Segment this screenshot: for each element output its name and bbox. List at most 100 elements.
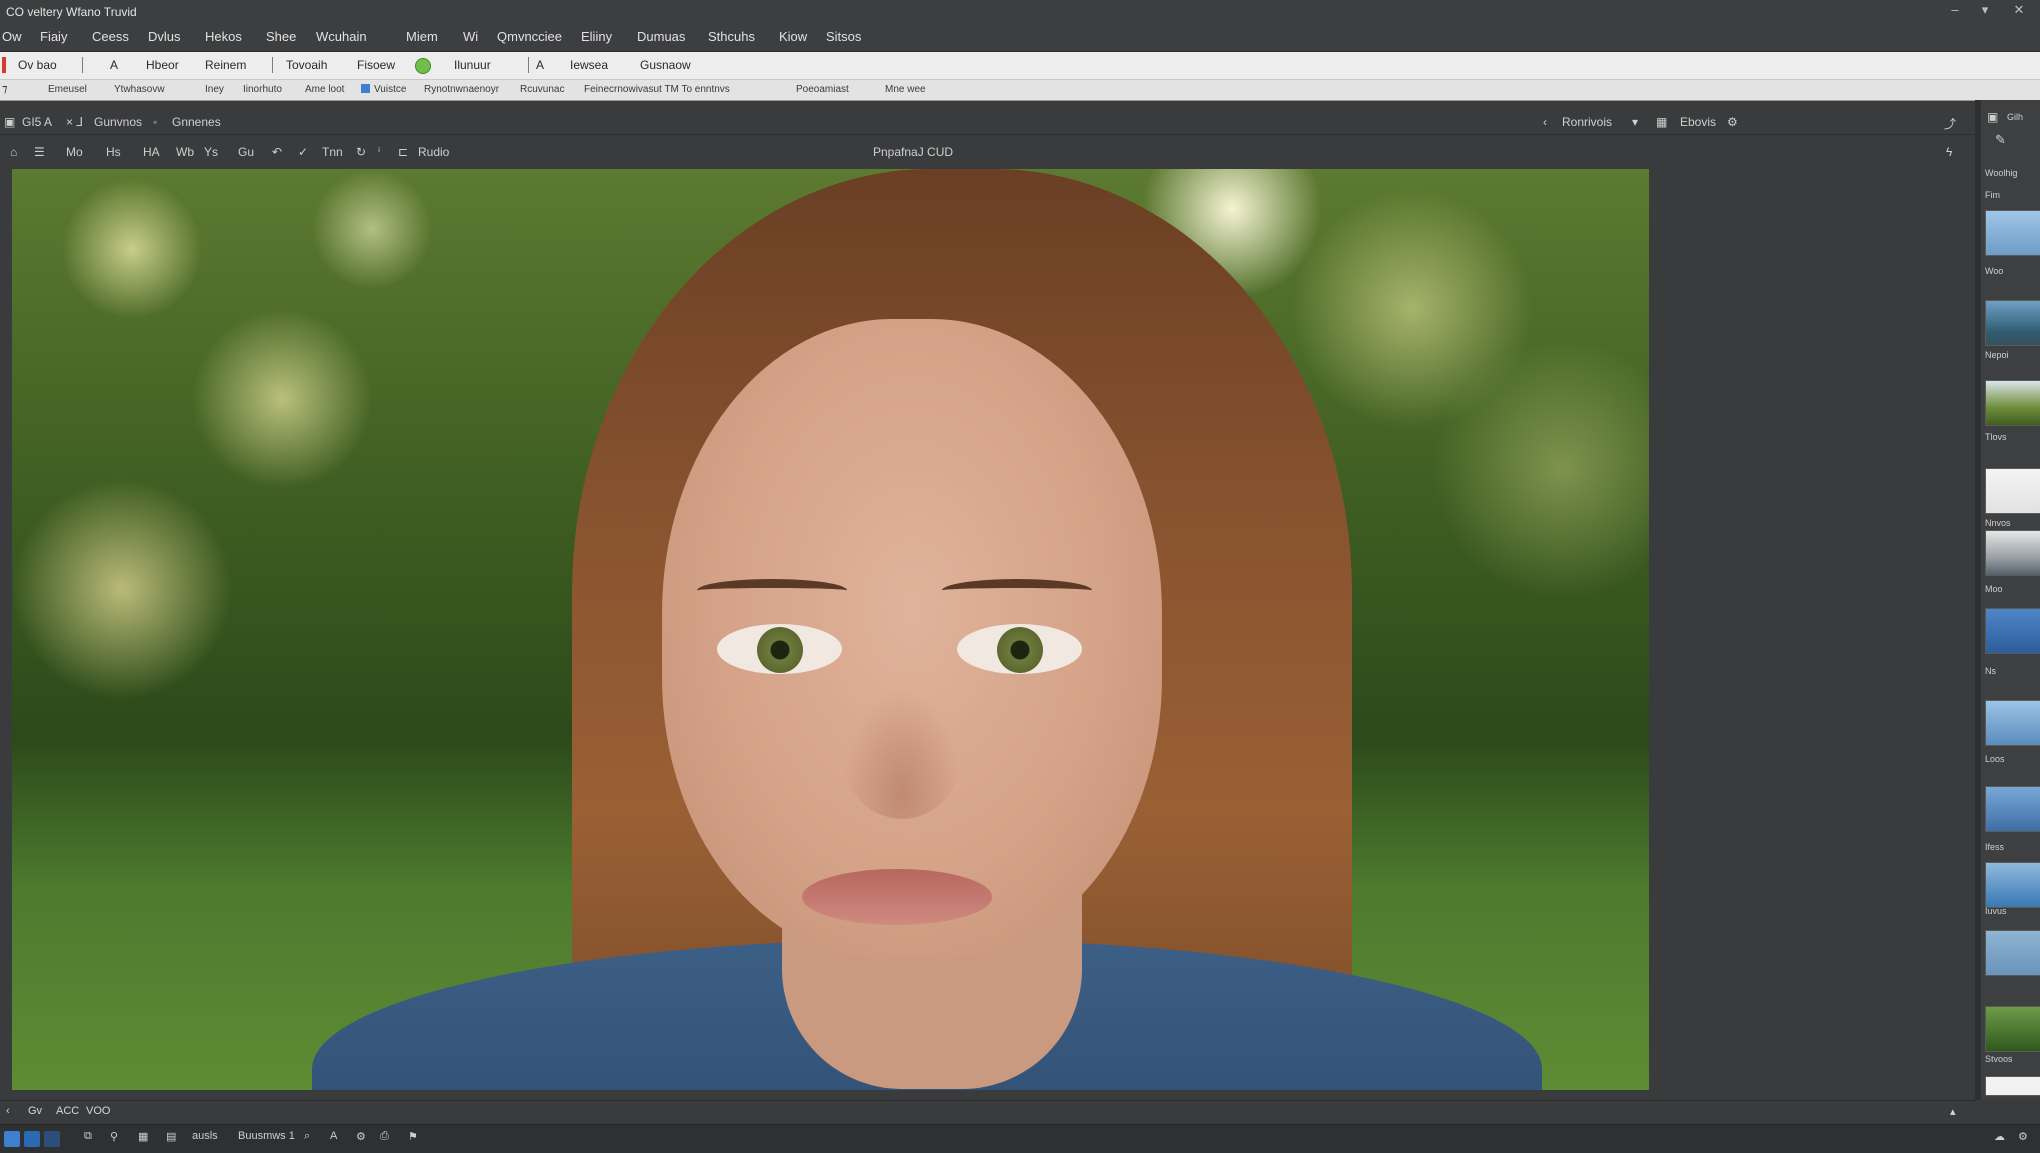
close-button[interactable]: ✕ — [2004, 2, 2034, 18]
print-icon[interactable]: ⎙ — [380, 1130, 389, 1143]
menu-plugins[interactable]: Qmvncciee — [497, 29, 562, 44]
opt-item-5[interactable]: Ys — [204, 145, 218, 159]
menu-effects[interactable]: Eliiny — [581, 29, 612, 44]
rotate-icon[interactable]: ↻ — [356, 145, 366, 159]
menu-image[interactable]: Ceess — [92, 29, 129, 44]
status-item[interactable]: Gv — [28, 1105, 42, 1117]
opt-item-8[interactable]: Rudio — [418, 145, 449, 159]
tool-new[interactable]: Ov bao — [18, 58, 57, 72]
opt-10[interactable]: Poeoamiast — [796, 84, 849, 95]
settings-icon[interactable]: ⚙ — [1727, 115, 1738, 129]
opt-3[interactable]: Iney — [205, 84, 224, 95]
chevron-left-icon[interactable]: ‹ — [1543, 115, 1547, 129]
menu-tools[interactable]: Sthcuhs — [708, 29, 755, 44]
maximize-button[interactable]: ▾ — [1970, 2, 2000, 18]
close-tab-icon[interactable]: × ⅃ — [66, 115, 83, 129]
taskbar-item[interactable]: Buusmws 1 — [238, 1130, 295, 1142]
menu-select[interactable]: Shee — [266, 29, 296, 44]
pin-icon[interactable]: ⚲ — [110, 1130, 118, 1143]
layer-thumbnail[interactable] — [1985, 608, 2040, 654]
opt-item-2[interactable]: Hs — [106, 145, 121, 159]
brush-icon[interactable]: ✎ — [1995, 132, 2006, 148]
image-icon[interactable]: ▦ — [138, 1130, 148, 1143]
panel-tab-label[interactable]: Gilh — [2007, 112, 2023, 122]
opt-2[interactable]: Ytwhasovw — [114, 84, 165, 95]
pin-icon[interactable]: ⤴ — [1944, 115, 1956, 132]
layer-thumbnail[interactable] — [1985, 862, 2040, 908]
layer-thumbnail[interactable] — [1985, 300, 2040, 346]
settings-icon[interactable]: ⚙ — [2018, 1130, 2028, 1143]
home-icon[interactable]: ⌂ — [10, 145, 17, 159]
menu-adjust[interactable]: Dumuas — [637, 29, 685, 44]
opt-item-6[interactable]: Gu — [238, 145, 254, 159]
opt-4[interactable]: Iinorhuto — [243, 84, 282, 95]
doc-tab-1[interactable]: GI5 A — [22, 115, 52, 129]
tool-illuminate[interactable]: Ilunuur — [454, 58, 491, 72]
resize-grip-icon[interactable]: ▴ — [1950, 1105, 1956, 1118]
layers-icon[interactable]: ⧉ — [84, 1130, 92, 1143]
tool-resize[interactable]: Reinem — [205, 58, 246, 72]
color-swatch-icon[interactable] — [361, 84, 370, 93]
menu-view[interactable]: Miem — [406, 29, 438, 44]
app-icon[interactable] — [4, 1131, 20, 1147]
chevron-down-icon[interactable]: ▾ — [1632, 115, 1638, 129]
opt-7[interactable]: Rynotnwnaenoyr — [424, 84, 499, 95]
crop-icon[interactable]: ⊏ — [398, 145, 408, 159]
layer-thumbnail[interactable] — [1985, 700, 2040, 746]
layer-thumbnail[interactable] — [1985, 930, 2040, 976]
layer-thumbnail[interactable] — [1985, 380, 2040, 426]
info-icon[interactable]: ⁱ — [378, 145, 380, 159]
opt-5[interactable]: Ame loot — [305, 84, 344, 95]
menu-file[interactable]: Ow — [2, 29, 22, 44]
menu-icon[interactable]: ☰ — [34, 145, 45, 159]
layer-thumbnail[interactable] — [1985, 1076, 2040, 1096]
doc-tab-2[interactable]: Gunvnos — [94, 115, 142, 129]
doc-view-label[interactable]: Ebovis — [1680, 115, 1716, 129]
layer-thumbnail[interactable] — [1985, 210, 2040, 256]
app-icon[interactable] — [44, 1131, 60, 1147]
status-item[interactable]: VOO — [86, 1105, 110, 1117]
tool-annotate[interactable]: A — [536, 58, 544, 72]
menu-window[interactable]: Wi — [463, 29, 478, 44]
menu-type[interactable]: Hekos — [205, 29, 242, 44]
opt-11[interactable]: Mne wee — [885, 84, 926, 95]
layer-thumbnail[interactable] — [1985, 1006, 2040, 1052]
taskbar-item[interactable]: ausls — [192, 1130, 218, 1142]
opt-9[interactable]: Feinecrnowivasut TM To enntnvs — [584, 84, 730, 95]
menu-layer[interactable]: Dvlus — [148, 29, 181, 44]
layer-thumbnail[interactable] — [1985, 468, 2040, 514]
layer-thumbnail[interactable] — [1985, 530, 2040, 576]
menu-help[interactable]: Sitsos — [826, 29, 861, 44]
tool-text[interactable]: A — [110, 58, 118, 72]
tool-brush[interactable]: Hbeor — [146, 58, 179, 72]
opt-item-4[interactable]: Wb — [176, 145, 194, 159]
check-icon[interactable]: ✓ — [298, 145, 308, 159]
opt-8[interactable]: Rcuvunac — [520, 84, 564, 95]
menu-filter[interactable]: Wcuhain — [316, 29, 367, 44]
photo-canvas[interactable] — [12, 169, 1649, 1090]
chevron-left-icon[interactable]: ‹ — [6, 1105, 10, 1117]
doc-tab-3[interactable]: Gnnenes — [172, 115, 221, 129]
app-icon[interactable] — [24, 1131, 40, 1147]
tool-gaussian[interactable]: Gusnaow — [640, 58, 691, 72]
flag-icon[interactable]: ⚑ — [408, 1130, 418, 1143]
tool-transform[interactable]: Tovoaih — [286, 58, 327, 72]
text-icon[interactable]: A — [330, 1130, 337, 1142]
minimize-button[interactable]: – — [1940, 2, 1970, 17]
tool-items[interactable]: Iewsea — [570, 58, 608, 72]
lightning-icon[interactable]: ϟ — [1946, 145, 1952, 159]
search-icon[interactable]: ⌕ — [304, 1130, 310, 1143]
menu-edit[interactable]: Fiaiy — [40, 29, 67, 44]
opt-item-1[interactable]: Mo — [66, 145, 83, 159]
layers-icon[interactable]: ▣ — [1987, 110, 1998, 124]
opt-6[interactable]: Vuistce — [374, 84, 406, 95]
chat-icon[interactable]: ☁ — [1994, 1130, 2005, 1143]
opt-1[interactable]: Emeusel — [48, 84, 87, 95]
tool-filters[interactable]: Fisoew — [357, 58, 395, 72]
menu-share[interactable]: Kiow — [779, 29, 807, 44]
opt-item-7[interactable]: Tnn — [322, 145, 343, 159]
layer-thumbnail[interactable] — [1985, 786, 2040, 832]
gear-icon[interactable]: ⚙ — [356, 1130, 366, 1143]
doc-zoom-label[interactable]: Ronrivois — [1562, 115, 1612, 129]
undo-icon[interactable]: ↶ — [272, 145, 282, 159]
